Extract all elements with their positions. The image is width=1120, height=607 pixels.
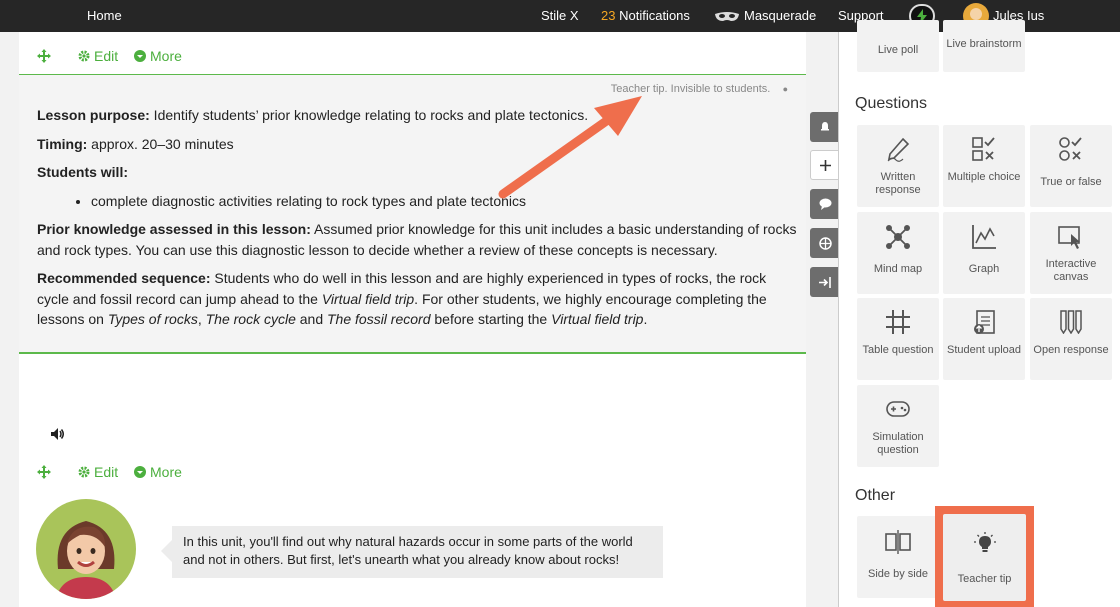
arrow-to-right-icon [818, 276, 831, 288]
home-link[interactable]: Home [87, 0, 122, 32]
true-false-icon [1059, 137, 1082, 161]
tile-interactive-canvas[interactable]: Interactive canvas [1030, 212, 1112, 294]
lesson-editor: Edit More Teacher tip. Invisible to stud… [0, 32, 838, 607]
notifications-label: Notifications [619, 8, 690, 23]
tile-true-or-false[interactable]: True or false [1030, 125, 1112, 207]
stile-x-link[interactable]: Stile X [541, 0, 579, 32]
tile-graph[interactable]: Graph [943, 212, 1025, 294]
gamepad-icon [886, 401, 910, 417]
pencil-icon [887, 137, 910, 162]
tab-globe[interactable] [810, 228, 840, 258]
table-icon [886, 310, 910, 334]
tile-live-poll[interactable]: Live poll [857, 20, 939, 72]
mask-icon [715, 11, 739, 21]
masquerade-link[interactable]: Masquerade [714, 0, 816, 32]
lightbulb-icon [973, 532, 996, 552]
side-by-side-icon [885, 530, 911, 554]
mind-map-icon [886, 225, 910, 249]
masquerade-label: Masquerade [744, 8, 817, 23]
chat-bubble-icon [819, 198, 831, 210]
tab-comments[interactable] [810, 189, 840, 219]
tile-table-question[interactable]: Table question [857, 298, 939, 380]
notification-count: 23 [601, 8, 616, 23]
globe-icon [818, 236, 832, 250]
other-heading: Other [855, 487, 896, 504]
annotation-arrow [498, 96, 642, 199]
plus-icon [820, 159, 831, 171]
tab-add-block[interactable] [810, 150, 840, 180]
tile-student-upload[interactable]: Student upload [943, 298, 1025, 380]
tile-written-response[interactable]: Written response [857, 125, 939, 207]
notifications-link[interactable]: 23 Notifications [601, 0, 690, 32]
questions-heading: Questions [855, 95, 928, 112]
tile-live-brainstorm[interactable]: Live brainstorm [943, 20, 1025, 72]
tile-side-by-side[interactable]: Side by side [857, 516, 939, 598]
highlight-box: Teacher tip [935, 506, 1034, 607]
tile-multiple-choice[interactable]: Multiple choice [943, 125, 1025, 207]
upload-icon [974, 310, 995, 334]
tile-open-response[interactable]: Open response [1030, 298, 1112, 380]
multiple-choice-icon [972, 137, 995, 161]
tile-teacher-tip[interactable]: Teacher tip [943, 514, 1026, 601]
canvas-icon [1058, 226, 1080, 249]
lightbulb-icon [821, 122, 829, 131]
open-response-icon [1060, 310, 1082, 334]
tab-collapse[interactable] [810, 267, 840, 297]
tile-mind-map[interactable]: Mind map [857, 212, 939, 294]
graph-icon [972, 225, 996, 249]
tab-teacher-tip[interactable] [810, 112, 840, 142]
tile-simulation-question[interactable]: Simulation question [857, 385, 939, 467]
